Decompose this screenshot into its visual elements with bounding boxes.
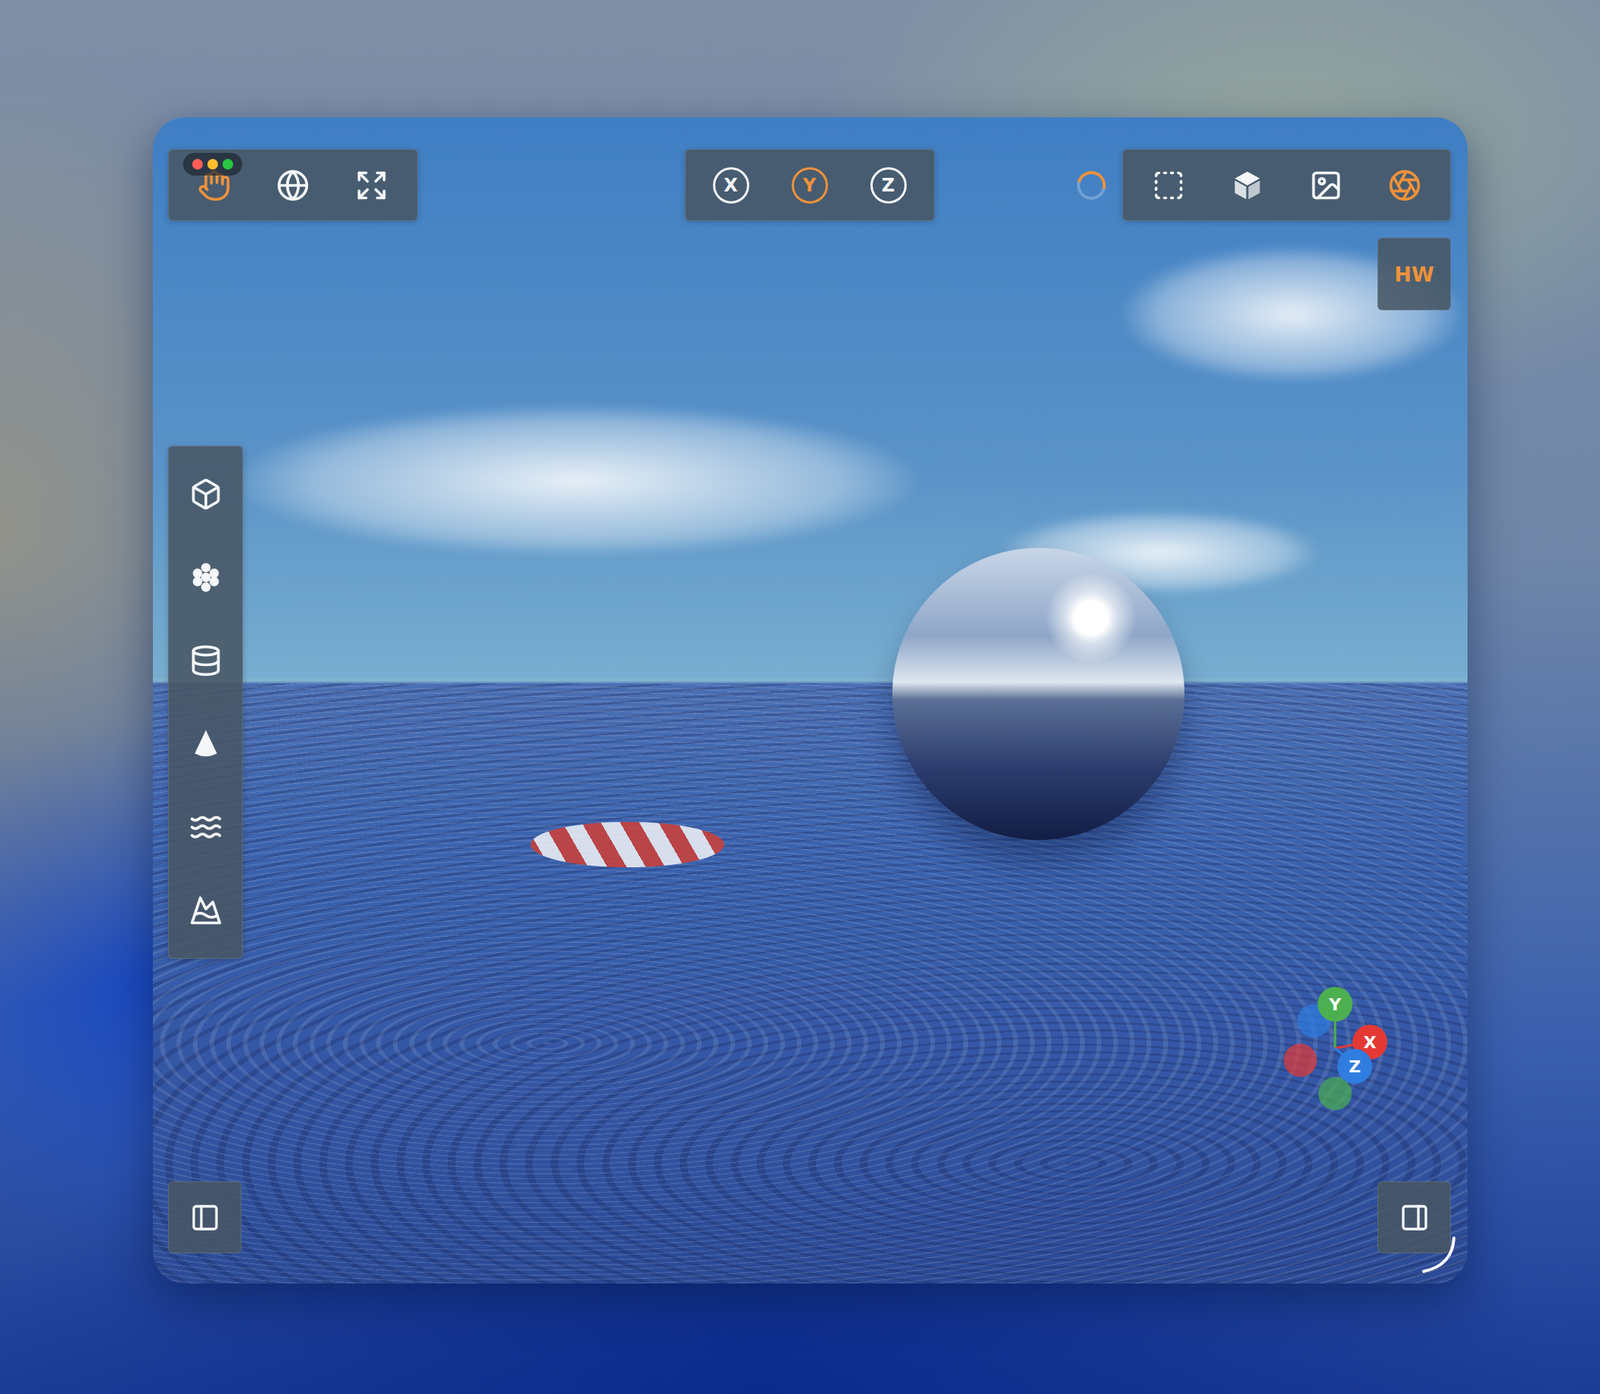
minimize-button[interactable] <box>207 158 218 170</box>
particles-icon <box>189 560 223 595</box>
selection-icon <box>1151 168 1186 203</box>
window-controls <box>183 152 243 176</box>
axis-button[interactable]: Y <box>770 149 850 221</box>
primitives-toolbar <box>168 445 243 959</box>
panel-left-icon <box>189 1202 221 1233</box>
water-icon <box>189 810 223 844</box>
viewport-window: XYZHWYXZ <box>152 117 1468 1284</box>
primitive-button[interactable] <box>168 785 243 869</box>
ocean <box>152 683 1468 1284</box>
expand-icon <box>354 168 389 203</box>
svg-text:Z: Z <box>1348 1057 1361 1077</box>
view-mode-button[interactable] <box>1365 149 1445 221</box>
loading-spinner <box>1071 165 1112 206</box>
svg-text:X: X <box>1363 1033 1377 1053</box>
solid-cube-icon <box>1230 168 1264 203</box>
primitive-button[interactable] <box>168 452 243 536</box>
axis-label: X <box>712 167 750 204</box>
terrain-icon <box>189 893 223 928</box>
view-mode-button[interactable] <box>1286 149 1366 221</box>
view-mode-button[interactable] <box>1207 149 1287 221</box>
axis-label: Y <box>791 167 829 204</box>
left-panel-toggle[interactable] <box>168 1181 242 1254</box>
resize-handle-icon[interactable] <box>1416 1232 1462 1278</box>
floating-object[interactable] <box>530 821 725 868</box>
view-mode-button[interactable] <box>1129 149 1208 221</box>
axis-button[interactable]: Z <box>849 149 928 221</box>
primitive-button[interactable] <box>168 619 243 703</box>
cube-icon <box>189 477 223 511</box>
zoom-button[interactable] <box>222 158 234 170</box>
desktop: XYZHWYXZ <box>0 0 1600 1394</box>
cylinder-icon <box>189 644 223 678</box>
cone-icon <box>189 727 223 761</box>
globe-icon <box>276 168 310 203</box>
top-bar: X Y Z HW <box>168 149 1451 311</box>
negative-axis-handle[interactable] <box>1283 1043 1317 1078</box>
axis-handle[interactable]: Y <box>1317 986 1353 1022</box>
svg-text:Y: Y <box>1328 995 1342 1015</box>
image-icon <box>1309 168 1343 203</box>
axis-button[interactable]: X <box>691 149 771 221</box>
primitive-button[interactable] <box>168 535 243 620</box>
axis-toolbar: X Y Z <box>684 149 935 222</box>
cloud <box>236 404 918 557</box>
primitive-button[interactable] <box>168 702 243 786</box>
view-mode-toolbar <box>1122 149 1451 222</box>
right-panel-toggle[interactable] <box>1377 1181 1451 1254</box>
axis-gizmo[interactable]: Y XZ <box>1259 972 1411 1124</box>
panel-right-icon <box>1399 1202 1430 1233</box>
close-button[interactable] <box>192 158 203 170</box>
nav-tool-button[interactable] <box>253 149 333 221</box>
scene-viewport[interactable] <box>152 117 1468 1284</box>
axis-handle[interactable]: Z <box>1337 1049 1373 1084</box>
axis-label: Z <box>870 167 907 204</box>
negative-axis-handle[interactable] <box>1318 1077 1352 1111</box>
nav-tool-button[interactable] <box>332 149 411 221</box>
aperture-icon <box>1388 168 1422 203</box>
hw-button[interactable]: HW <box>1377 237 1451 311</box>
primitive-button[interactable] <box>168 868 243 953</box>
mirror-sphere[interactable] <box>892 547 1185 841</box>
